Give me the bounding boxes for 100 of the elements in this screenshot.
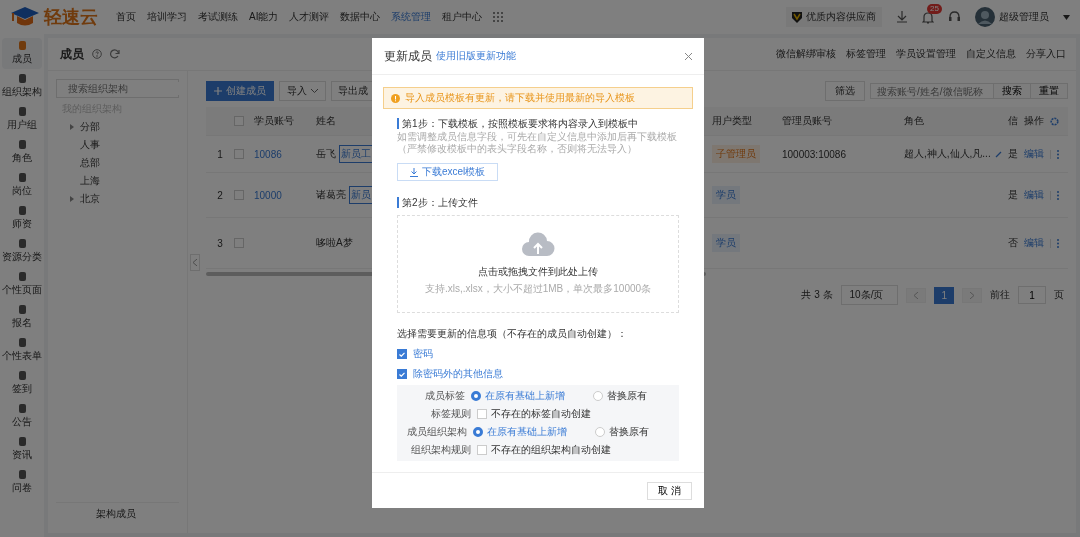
sidebar-item[interactable]: 个性表单 — [2, 335, 42, 366]
headset-icon[interactable] — [948, 11, 961, 23]
checkbox[interactable] — [477, 409, 487, 419]
edit-icon[interactable] — [994, 150, 1002, 158]
collapse-handle[interactable] — [190, 253, 200, 271]
option-label[interactable]: 密码 — [413, 347, 433, 361]
avatar[interactable] — [975, 7, 995, 27]
checkbox[interactable] — [397, 369, 407, 379]
import-button[interactable]: 导入 — [279, 81, 326, 101]
goto-label: 前往 — [990, 288, 1010, 302]
grid-icon[interactable] — [493, 12, 504, 22]
bell-icon[interactable] — [922, 10, 934, 24]
edit-link[interactable]: 编辑 — [1024, 147, 1044, 161]
create-member-button[interactable]: 创建成员 — [206, 81, 274, 101]
radio-button[interactable] — [473, 427, 483, 437]
download-icon[interactable] — [896, 11, 908, 23]
nav-item[interactable]: 培训学习 — [147, 10, 187, 24]
sidebar-item[interactable]: 签到 — [2, 368, 42, 399]
download-template-button[interactable]: 下载excel模板 — [397, 163, 499, 181]
nav-item[interactable]: 人才测评 — [289, 10, 330, 24]
checkbox[interactable] — [234, 149, 244, 159]
checkbox[interactable] — [234, 190, 244, 200]
page-size-select[interactable]: 10条/页 — [840, 285, 899, 305]
page-action-link[interactable]: 自定义信息 — [966, 47, 1016, 61]
tree-item[interactable]: 分部 — [80, 120, 100, 134]
checkbox[interactable] — [397, 349, 407, 359]
nav-item[interactable]: 数据中心 — [340, 10, 381, 24]
checkbox[interactable] — [234, 116, 244, 126]
chevron-left-icon — [914, 291, 919, 299]
user-menu[interactable]: 超级管理员 — [999, 10, 1049, 24]
caret-icon[interactable] — [1063, 14, 1070, 20]
edit-link[interactable]: 编辑 — [1024, 236, 1044, 250]
sidebar-item[interactable]: 报名 — [2, 302, 42, 333]
option-label[interactable]: 除密码外的其他信息 — [413, 367, 503, 381]
choice-label[interactable]: 不存在的标签自动创建 — [491, 407, 591, 421]
choice-label[interactable]: 不存在的组织架构自动创建 — [491, 443, 611, 457]
sidebar-item[interactable]: 岗位 — [2, 170, 42, 201]
document-icon — [17, 437, 27, 446]
nav-item[interactable]: AI能力 — [249, 10, 279, 24]
radio-button[interactable] — [593, 391, 603, 401]
step-heading: 第2步：上传文件 — [397, 197, 679, 208]
filter-button[interactable]: 筛选 — [825, 81, 865, 101]
sidebar-item[interactable]: 成员 — [2, 38, 42, 69]
choice-label[interactable]: 替换原有 — [607, 389, 647, 403]
page-title: 成员 — [60, 45, 84, 63]
nav-item[interactable]: 首页 — [116, 10, 136, 24]
radio-button[interactable] — [471, 391, 481, 401]
upload-area[interactable]: 点击或拖拽文件到此处上传 支持.xls,.xlsx，大小不超过1MB，单次最多10000条 — [397, 215, 679, 313]
radio-button[interactable] — [595, 427, 605, 437]
refresh-icon[interactable] — [110, 49, 120, 59]
page-number[interactable]: 1 — [934, 286, 954, 304]
sidebar-item[interactable]: 资讯 — [2, 434, 42, 465]
edit-link[interactable]: 编辑 — [1024, 188, 1044, 202]
choice-label[interactable]: 替换原有 — [609, 425, 649, 439]
tree-item[interactable]: 总部 — [80, 156, 100, 170]
checkbox[interactable] — [234, 238, 244, 248]
tree-item[interactable]: 上海 — [80, 174, 100, 188]
page-action-link[interactable]: 学员设置管理 — [896, 47, 956, 61]
tree-search-field[interactable]: 搜索组织架构 — [56, 79, 179, 98]
page-unit: 页 — [1054, 288, 1064, 302]
sidebar-item[interactable]: 师资 — [2, 203, 42, 234]
previous-page-button[interactable] — [906, 287, 927, 303]
sidebar-item[interactable]: 问卷 — [2, 467, 42, 498]
close-icon[interactable] — [685, 52, 692, 60]
expand-caret-icon[interactable] — [70, 124, 74, 130]
sidebar-item[interactable]: 用户组 — [2, 104, 42, 135]
account-link[interactable]: 10000 — [254, 189, 282, 201]
page-action-link[interactable]: 分享入口 — [1026, 47, 1066, 61]
help-icon[interactable] — [92, 49, 102, 59]
setting-label: 成员组织架构 — [407, 425, 467, 439]
sidebar-item[interactable]: 个性页面 — [2, 269, 42, 300]
old-version-link[interactable]: 使用旧版更新功能 — [436, 49, 516, 63]
table-cell: 是 — [1008, 147, 1018, 161]
page-input[interactable]: 1 — [1018, 286, 1046, 304]
cancel-button[interactable]: 取 消 — [647, 481, 692, 500]
page-action-link[interactable]: 微信解绑审核 — [776, 47, 836, 61]
next-page-button[interactable] — [962, 287, 982, 303]
checkbox[interactable] — [477, 445, 487, 455]
document-icon — [17, 206, 27, 215]
page-action-link[interactable]: 标签管理 — [846, 47, 886, 61]
tree-item[interactable]: 北京 — [80, 192, 100, 206]
account-link[interactable]: 10086 — [254, 148, 282, 160]
export-button[interactable]: 导出成 — [331, 81, 375, 101]
sidebar-item[interactable]: 资源分类 — [2, 236, 42, 267]
row-number: 1 — [217, 148, 223, 160]
tree-item[interactable]: 人事 — [80, 138, 100, 152]
nav-item[interactable]: 系统管理 — [391, 10, 432, 24]
document-icon — [17, 338, 27, 347]
sidebar-item[interactable]: 组织架构 — [2, 71, 42, 102]
settings-icon[interactable] — [1050, 116, 1059, 126]
choice-label[interactable]: 在原有基础上新增 — [485, 389, 565, 403]
expand-caret-icon[interactable] — [70, 196, 74, 202]
row-number: 3 — [217, 237, 223, 249]
member-name: 岳飞 — [316, 147, 336, 161]
nav-item[interactable]: 考试测练 — [198, 10, 238, 24]
choice-label[interactable]: 在原有基础上新增 — [487, 425, 567, 439]
sidebar-item[interactable]: 角色 — [2, 137, 42, 168]
sidebar-item[interactable]: 公告 — [2, 401, 42, 432]
dialog-title: 更新成员 — [384, 47, 432, 65]
nav-item[interactable]: 租户中心 — [442, 10, 483, 24]
